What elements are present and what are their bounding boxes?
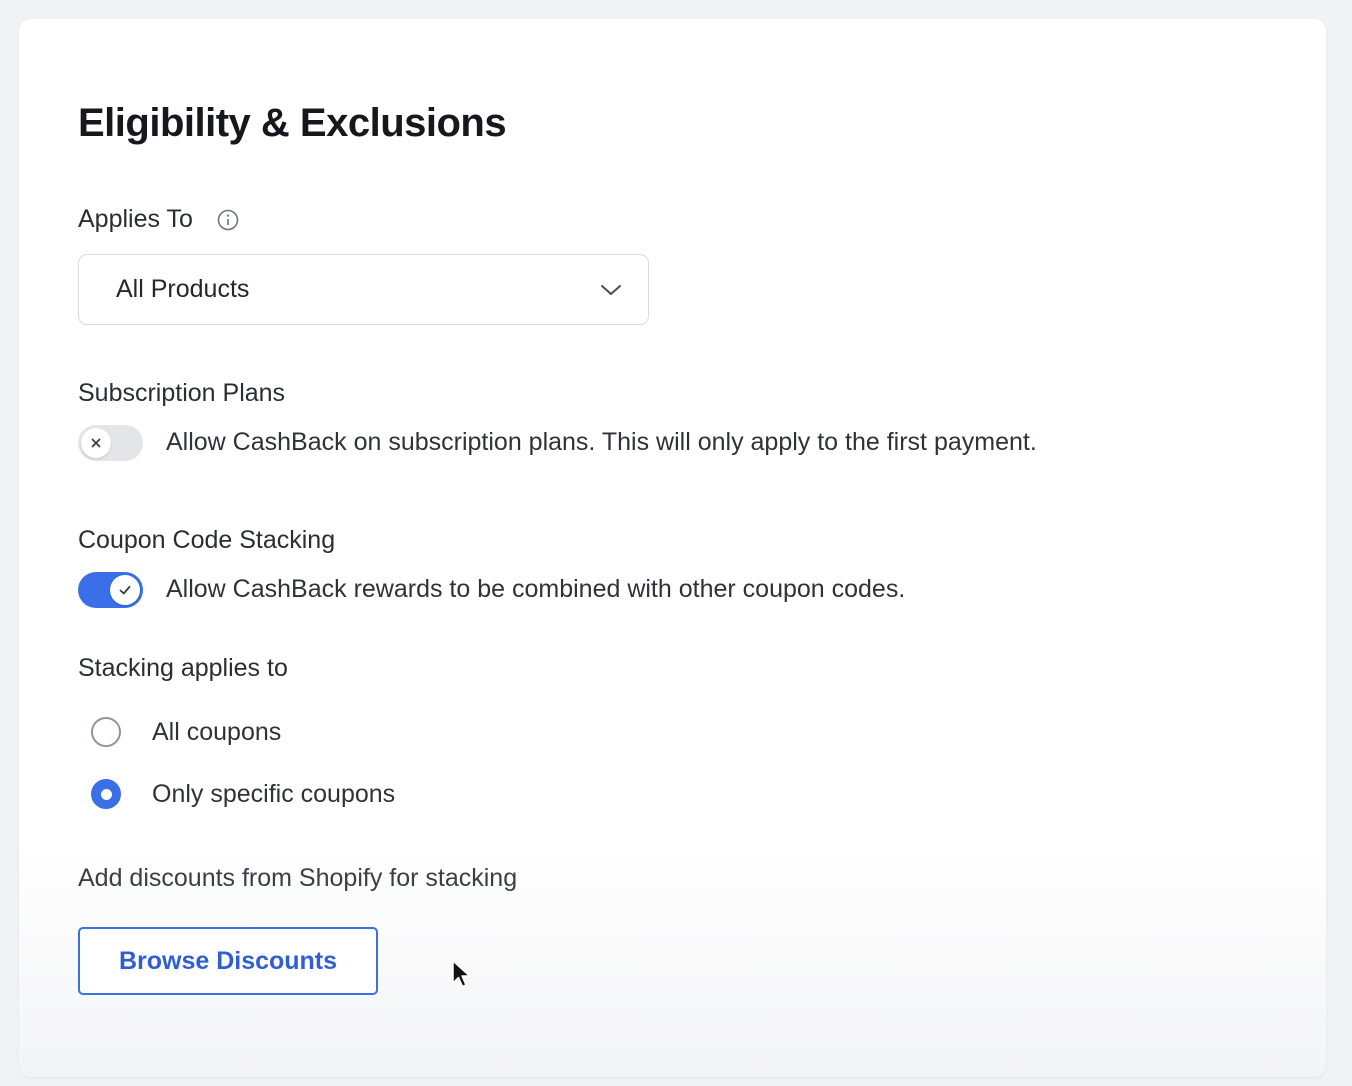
coupon-stacking-description: Allow CashBack rewards to be combined wi…	[166, 575, 906, 603]
shopify-discounts-label: Add discounts from Shopify for stacking	[78, 864, 518, 892]
radio-label: Only specific coupons	[152, 779, 396, 808]
eligibility-card: Eligibility & Exclusions Applies To All …	[19, 19, 1326, 1077]
applies-to-label: Applies To	[78, 205, 193, 233]
info-icon[interactable]	[217, 209, 239, 231]
applies-to-label-row: Applies To	[78, 205, 239, 234]
stacking-applies-label: Stacking applies to	[78, 654, 288, 682]
section-title: Eligibility & Exclusions	[78, 101, 507, 145]
coupon-stacking-toggle[interactable]	[78, 572, 143, 608]
subscription-description: Allow CashBack on subscription plans. Th…	[166, 428, 1037, 456]
browse-discounts-button[interactable]: Browse Discounts	[78, 927, 378, 995]
coupon-stacking-label: Coupon Code Stacking	[78, 526, 336, 554]
toggle-knob	[81, 428, 111, 458]
radio-button[interactable]	[91, 779, 121, 809]
toggle-knob	[110, 575, 140, 605]
radio-button[interactable]	[91, 717, 121, 747]
radio-dot	[100, 788, 112, 800]
subscription-plans-label: Subscription Plans	[78, 379, 286, 407]
radio-option-all-coupons[interactable]: All coupons	[91, 717, 281, 747]
applies-to-selected-value: All Products	[116, 275, 250, 303]
subscription-toggle[interactable]	[78, 425, 143, 461]
radio-label: All coupons	[152, 717, 282, 746]
chevron-down-icon	[601, 284, 621, 295]
check-icon	[119, 585, 131, 595]
radio-option-specific-coupons[interactable]: Only specific coupons	[91, 779, 395, 809]
mouse-cursor-icon	[452, 960, 471, 988]
close-icon	[91, 438, 101, 448]
applies-to-select[interactable]: All Products	[78, 254, 649, 325]
